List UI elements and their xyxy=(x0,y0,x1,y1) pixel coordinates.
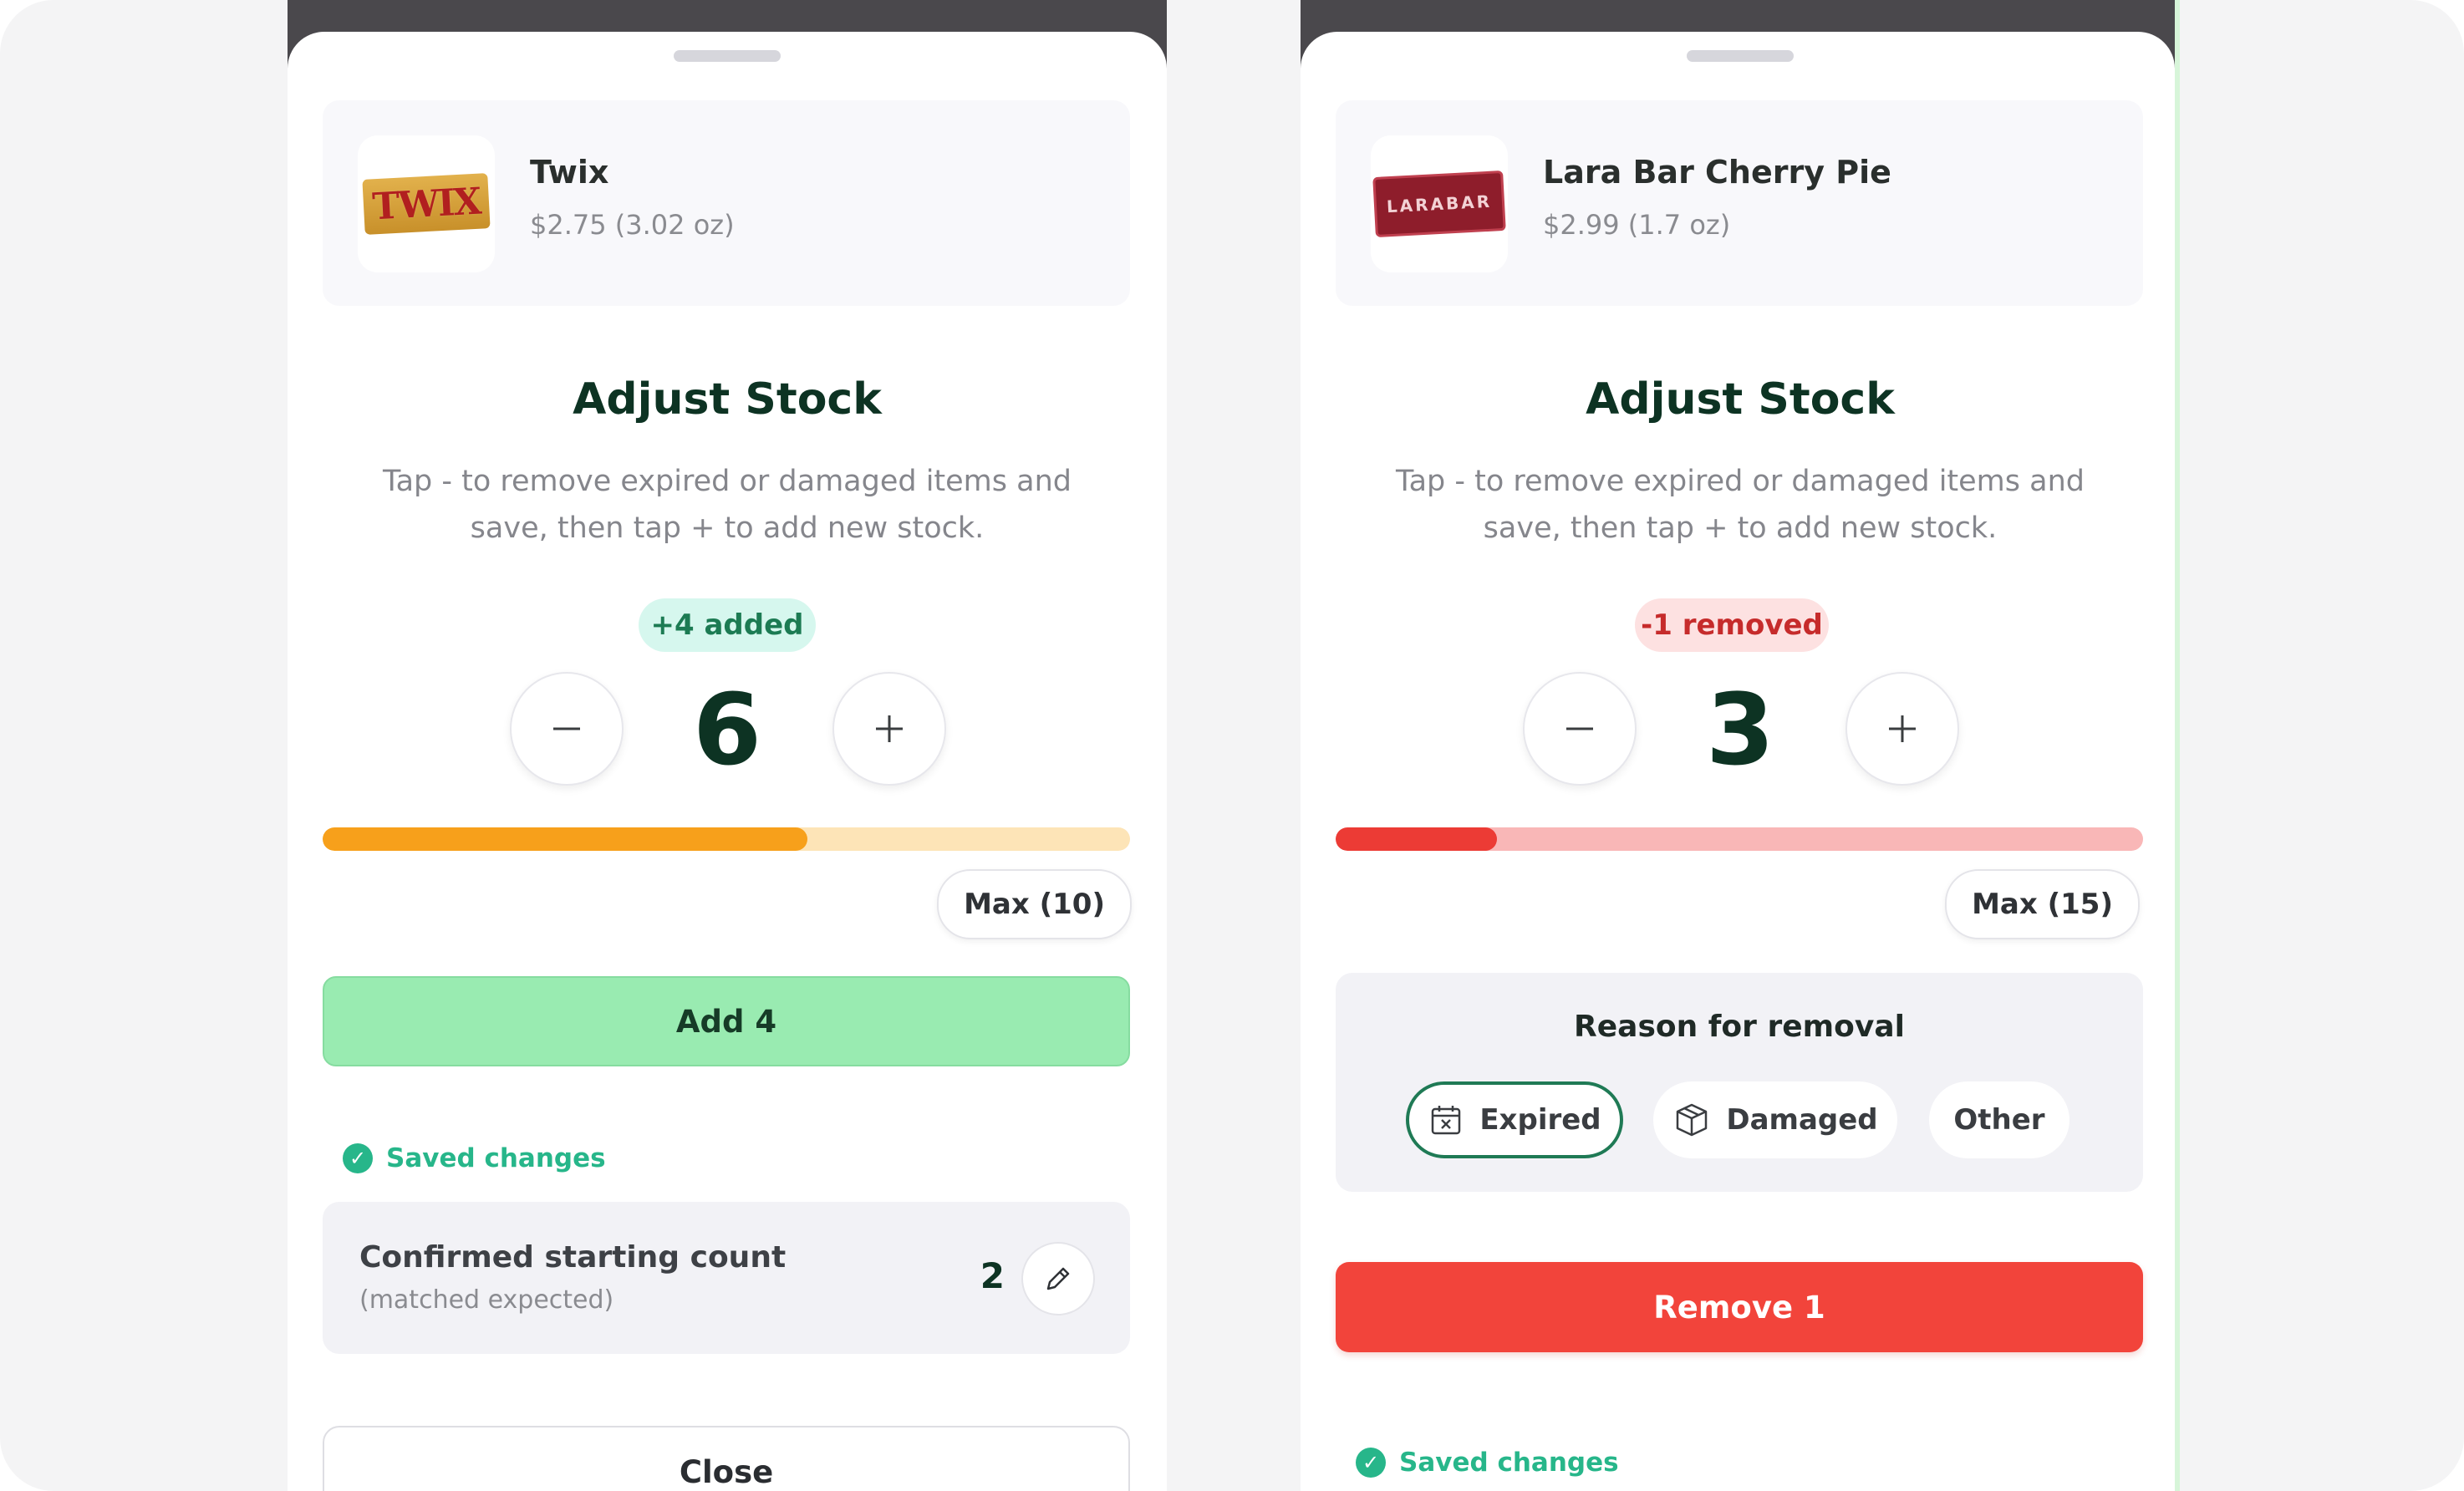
adjust-stock-sheet: TWIX Twix $2.75 (3.02 oz) Adjust Stock T… xyxy=(288,32,1167,1491)
phone-edge xyxy=(2175,0,2180,1491)
stock-level-bar xyxy=(1336,827,2143,851)
plus-icon xyxy=(1889,715,1916,742)
reason-expired-label: Expired xyxy=(1479,1103,1601,1137)
phone-screen-twix: TWIX Twix $2.75 (3.02 oz) Adjust Stock T… xyxy=(288,0,1167,1491)
product-name: Twix xyxy=(530,154,609,191)
add-stock-button[interactable]: Add 4 xyxy=(323,976,1130,1066)
decrement-button[interactable] xyxy=(1523,672,1637,786)
decrement-button[interactable] xyxy=(510,672,624,786)
stock-count: 6 xyxy=(692,672,762,787)
stock-count: 3 xyxy=(1705,672,1775,787)
product-card: TWIX Twix $2.75 (3.02 oz) xyxy=(323,100,1130,306)
close-button[interactable]: Close xyxy=(323,1426,1130,1491)
reason-other-chip[interactable]: Other xyxy=(1929,1081,2069,1158)
check-circle-icon: ✓ xyxy=(343,1143,373,1173)
max-button[interactable]: Max (10) xyxy=(937,869,1132,939)
product-image: LARABAR xyxy=(1371,135,1508,272)
sheet-title: Adjust Stock xyxy=(573,374,882,425)
stock-level-bar xyxy=(323,827,1130,851)
increment-button[interactable] xyxy=(832,672,946,786)
package-icon xyxy=(1677,1103,1708,1137)
check-circle-icon: ✓ xyxy=(1356,1448,1386,1478)
product-price: $2.75 (3.02 oz) xyxy=(530,209,735,241)
product-name: Lara Bar Cherry Pie xyxy=(1543,154,1891,191)
pencil-icon xyxy=(1046,1267,1070,1290)
plus-icon xyxy=(876,715,903,742)
product-card: LARABAR Lara Bar Cherry Pie $2.99 (1.7 o… xyxy=(1336,100,2143,306)
change-badge: +4 added xyxy=(639,598,816,652)
reason-damaged-label: Damaged xyxy=(1726,1103,1878,1137)
adjust-stock-sheet: LARABAR Lara Bar Cherry Pie $2.99 (1.7 o… xyxy=(1301,32,2175,1491)
saved-status-label: Saved changes xyxy=(386,1143,606,1173)
saved-status: ✓ Saved changes xyxy=(343,1143,606,1173)
stock-level-fill xyxy=(1336,827,1498,851)
reason-other-label: Other xyxy=(1953,1103,2045,1137)
calendar-x-icon xyxy=(1432,1106,1461,1135)
remove-stock-button[interactable]: Remove 1 xyxy=(1336,1262,2143,1352)
twix-wrapper-image: TWIX xyxy=(362,173,491,235)
sheet-drag-handle[interactable] xyxy=(1687,50,1794,62)
sheet-description: Tap - to remove expired or damaged items… xyxy=(1395,465,2085,545)
reason-damaged-chip[interactable]: Damaged xyxy=(1653,1081,1897,1158)
change-badge: -1 removed xyxy=(1635,598,1829,652)
sheet-drag-handle[interactable] xyxy=(674,50,781,62)
phone-screen-larabar: LARABAR Lara Bar Cherry Pie $2.99 (1.7 o… xyxy=(1301,0,2180,1491)
max-button[interactable]: Max (15) xyxy=(1945,869,2140,939)
confirmed-count-value: 2 xyxy=(980,1255,1005,1296)
stock-level-fill xyxy=(323,827,807,851)
saved-status-label: Saved changes xyxy=(1399,1448,1619,1478)
product-price: $2.99 (1.7 oz) xyxy=(1543,209,1731,241)
larabar-wrapper-image: LARABAR xyxy=(1372,170,1506,238)
sheet-title: Adjust Stock xyxy=(1586,374,1895,425)
sheet-description: Tap - to remove expired or damaged items… xyxy=(382,465,1072,545)
removal-reason-title: Reason for removal xyxy=(1574,1010,1905,1044)
increment-button[interactable] xyxy=(1845,672,1959,786)
minus-icon xyxy=(553,727,580,730)
confirmed-count-card: Confirmed starting count (matched expect… xyxy=(323,1202,1130,1354)
edit-count-button[interactable] xyxy=(1021,1242,1095,1315)
confirmed-count-label: Confirmed starting count xyxy=(359,1240,787,1275)
minus-icon xyxy=(1566,727,1593,730)
removal-reason-card: Reason for removal Expired Damaged Other xyxy=(1336,973,2143,1192)
confirmed-count-subtext: (matched expected) xyxy=(359,1285,614,1315)
saved-status: ✓ Saved changes xyxy=(1356,1448,1619,1478)
canvas: TWIX Twix $2.75 (3.02 oz) Adjust Stock T… xyxy=(0,0,2464,1491)
reason-expired-chip[interactable]: Expired xyxy=(1406,1081,1623,1158)
product-image: TWIX xyxy=(358,135,495,272)
